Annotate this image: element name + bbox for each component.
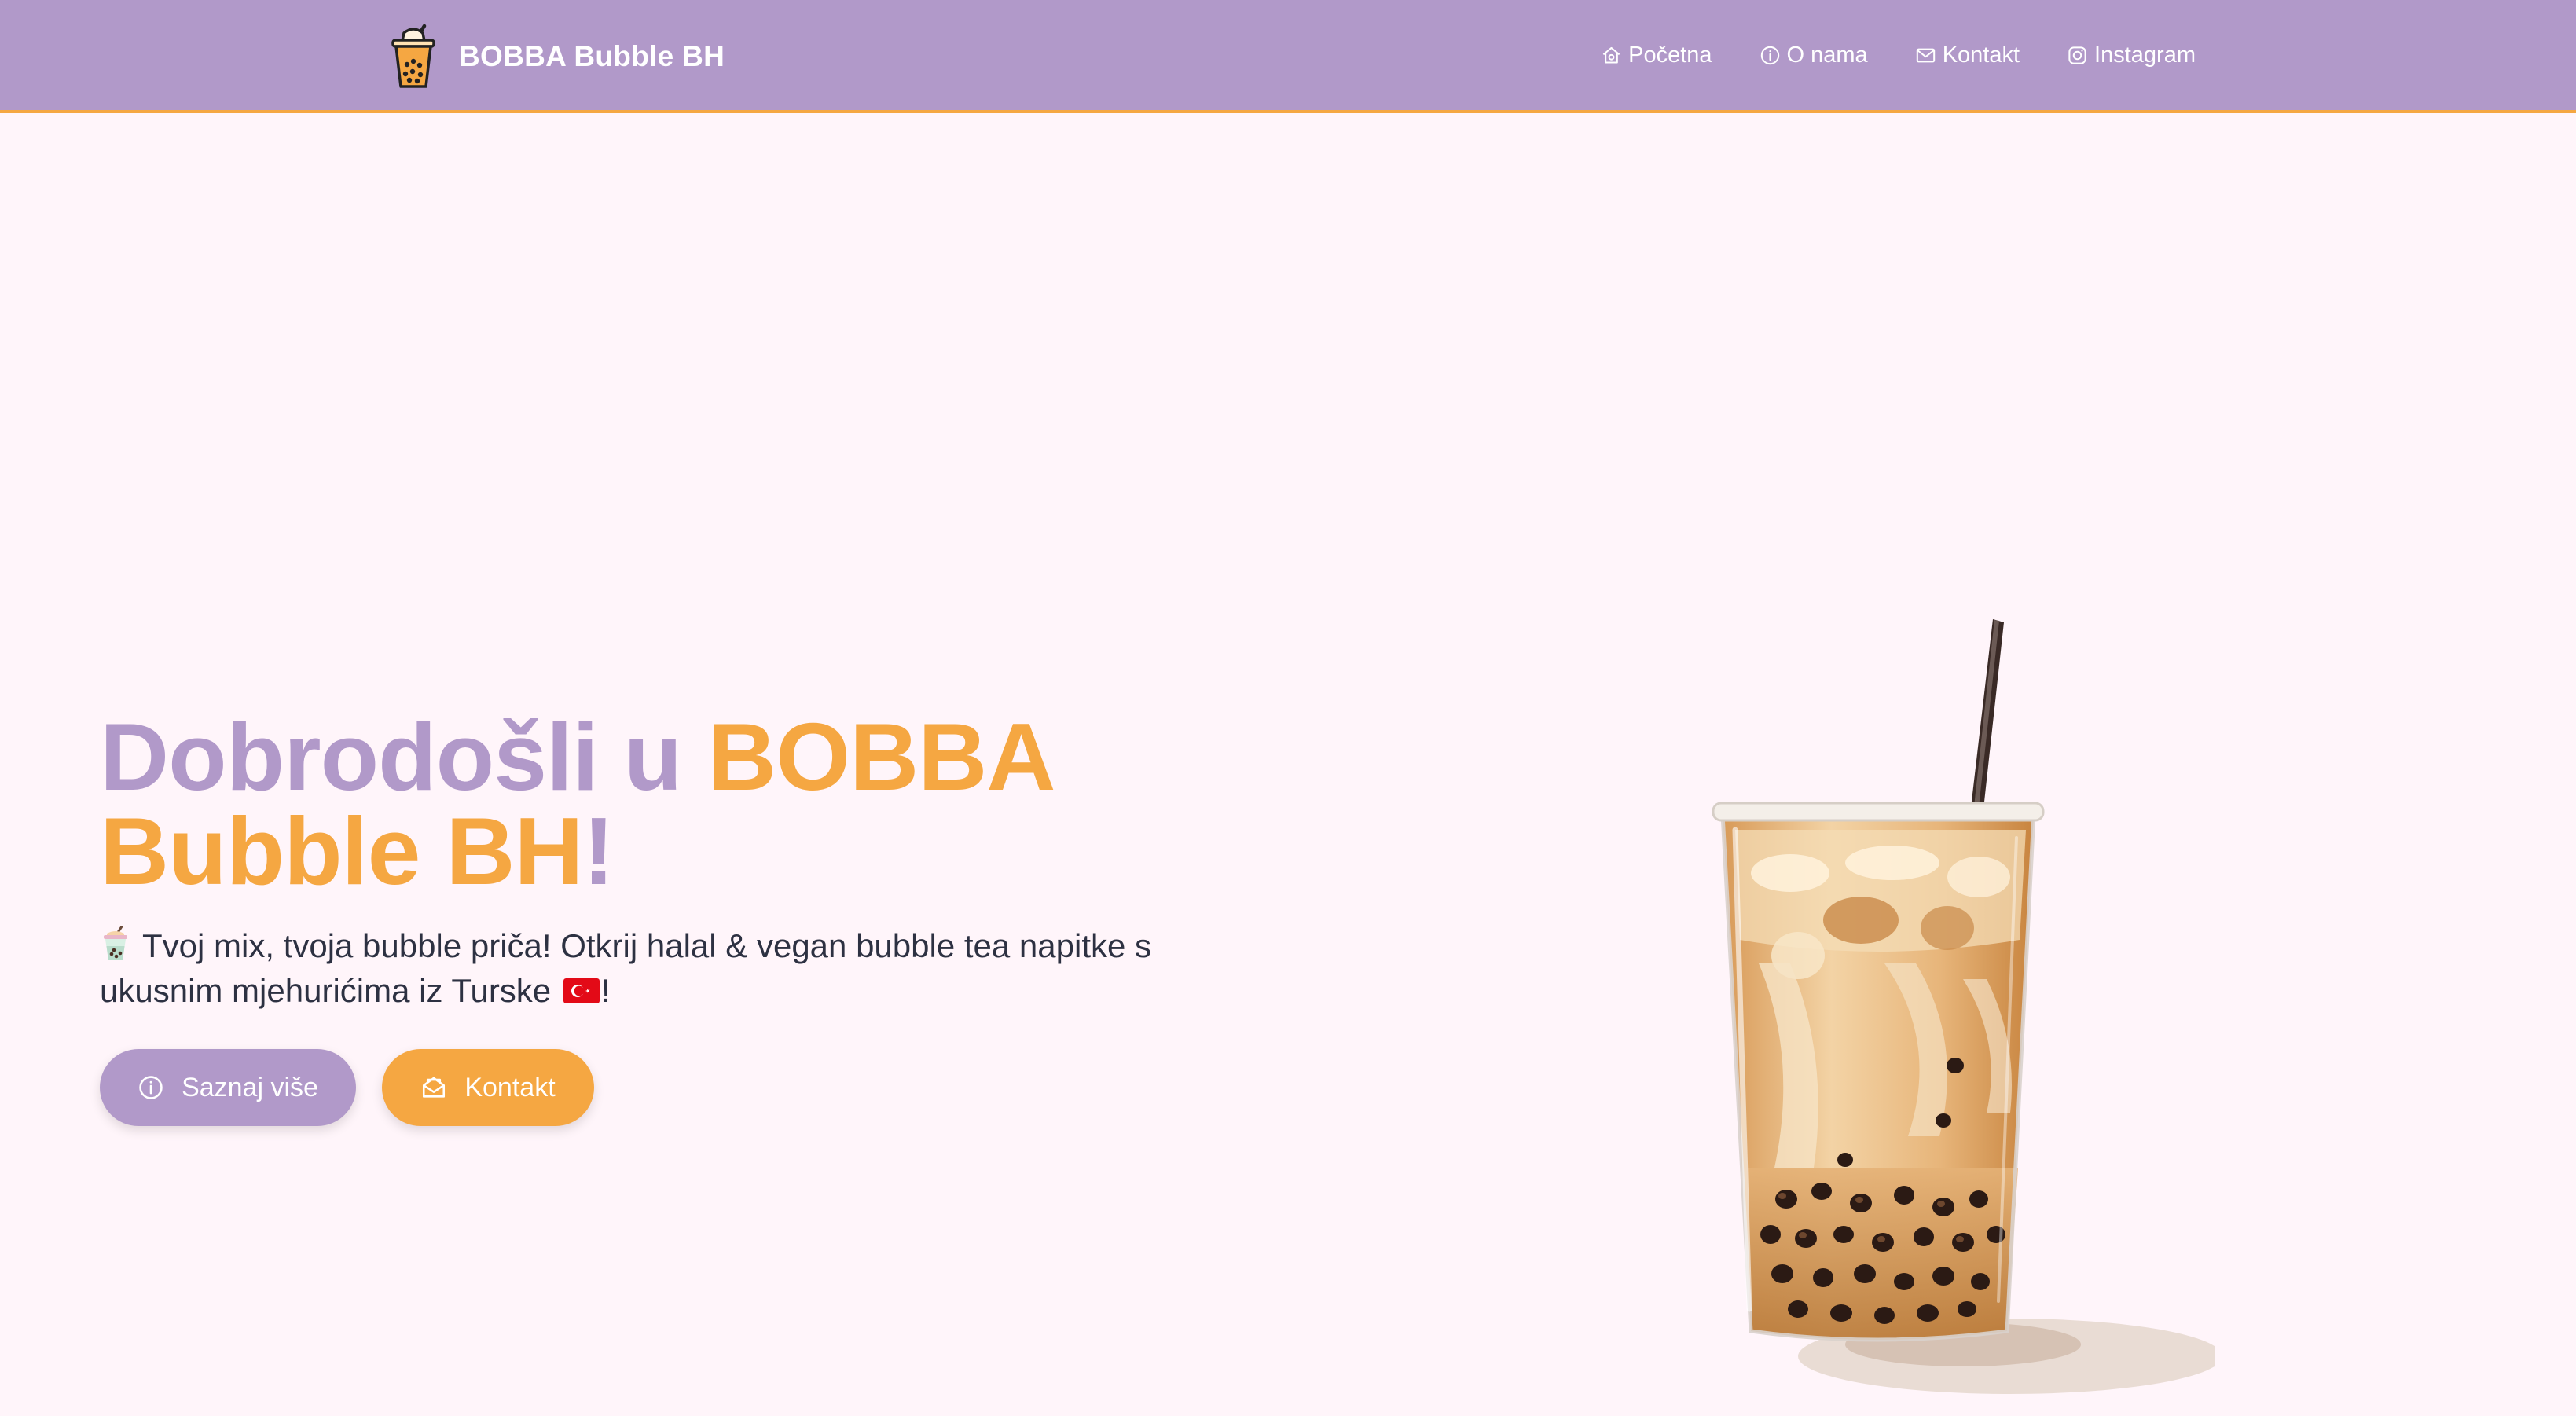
hero-title-exclamation: !: [582, 798, 615, 904]
nav-item-label: Instagram: [2094, 42, 2196, 68]
navbar: BOBBA Bubble BH Početna O nama Kontakt I…: [0, 0, 2576, 113]
envelope-icon: [1916, 48, 1935, 62]
nav-item-label: Kontakt: [1942, 42, 2020, 68]
bubble-tea-cup-icon: [391, 24, 435, 88]
learn-more-button[interactable]: Saznaj više: [100, 1049, 356, 1126]
hero-title: Dobrodošli u BOBBA Bubble BH!: [100, 709, 1231, 899]
nav-item-label: O nama: [1786, 42, 1868, 68]
bubble-tea-drink-image: [1712, 619, 2215, 1394]
info-icon: [139, 1076, 163, 1099]
envelope-open-icon: [423, 1077, 446, 1098]
nav-item-pocetna[interactable]: Početna: [1601, 42, 1712, 68]
hero-title-welcome: Dobrodošli u: [100, 703, 708, 810]
info-icon: [1760, 46, 1779, 64]
nav-item-kontakt[interactable]: Kontakt: [1915, 42, 2020, 68]
hero-subtitle-exclamation: !: [600, 972, 611, 1009]
hero-subtitle-text: Tvoj mix, tvoja bubble priča! Otkrij hal…: [100, 927, 1152, 1009]
contact-button[interactable]: Kontakt: [382, 1049, 594, 1126]
home-icon: [1602, 46, 1620, 64]
nav-item-o-nama[interactable]: O nama: [1760, 42, 1868, 68]
hero-subtitle: Tvoj mix, tvoja bubble priča! Otkrij hal…: [100, 923, 1216, 1013]
brand-link[interactable]: BOBBA Bubble BH: [388, 22, 725, 91]
hero-buttons: Saznaj više Kontakt: [100, 1049, 594, 1126]
nav-item-instagram[interactable]: Instagram: [2067, 42, 2196, 68]
learn-more-label: Saznaj više: [182, 1072, 318, 1102]
main-nav: Početna O nama Kontakt Instagram: [1554, 0, 2196, 110]
contact-label: Kontakt: [464, 1072, 556, 1102]
instagram-icon: [2068, 46, 2086, 64]
brand-name: BOBBA Bubble BH: [459, 40, 725, 72]
nav-item-label: Početna: [1628, 42, 1712, 68]
bubble-tea-emoji-icon: [104, 926, 127, 960]
turkey-flag-icon: [563, 978, 600, 1003]
